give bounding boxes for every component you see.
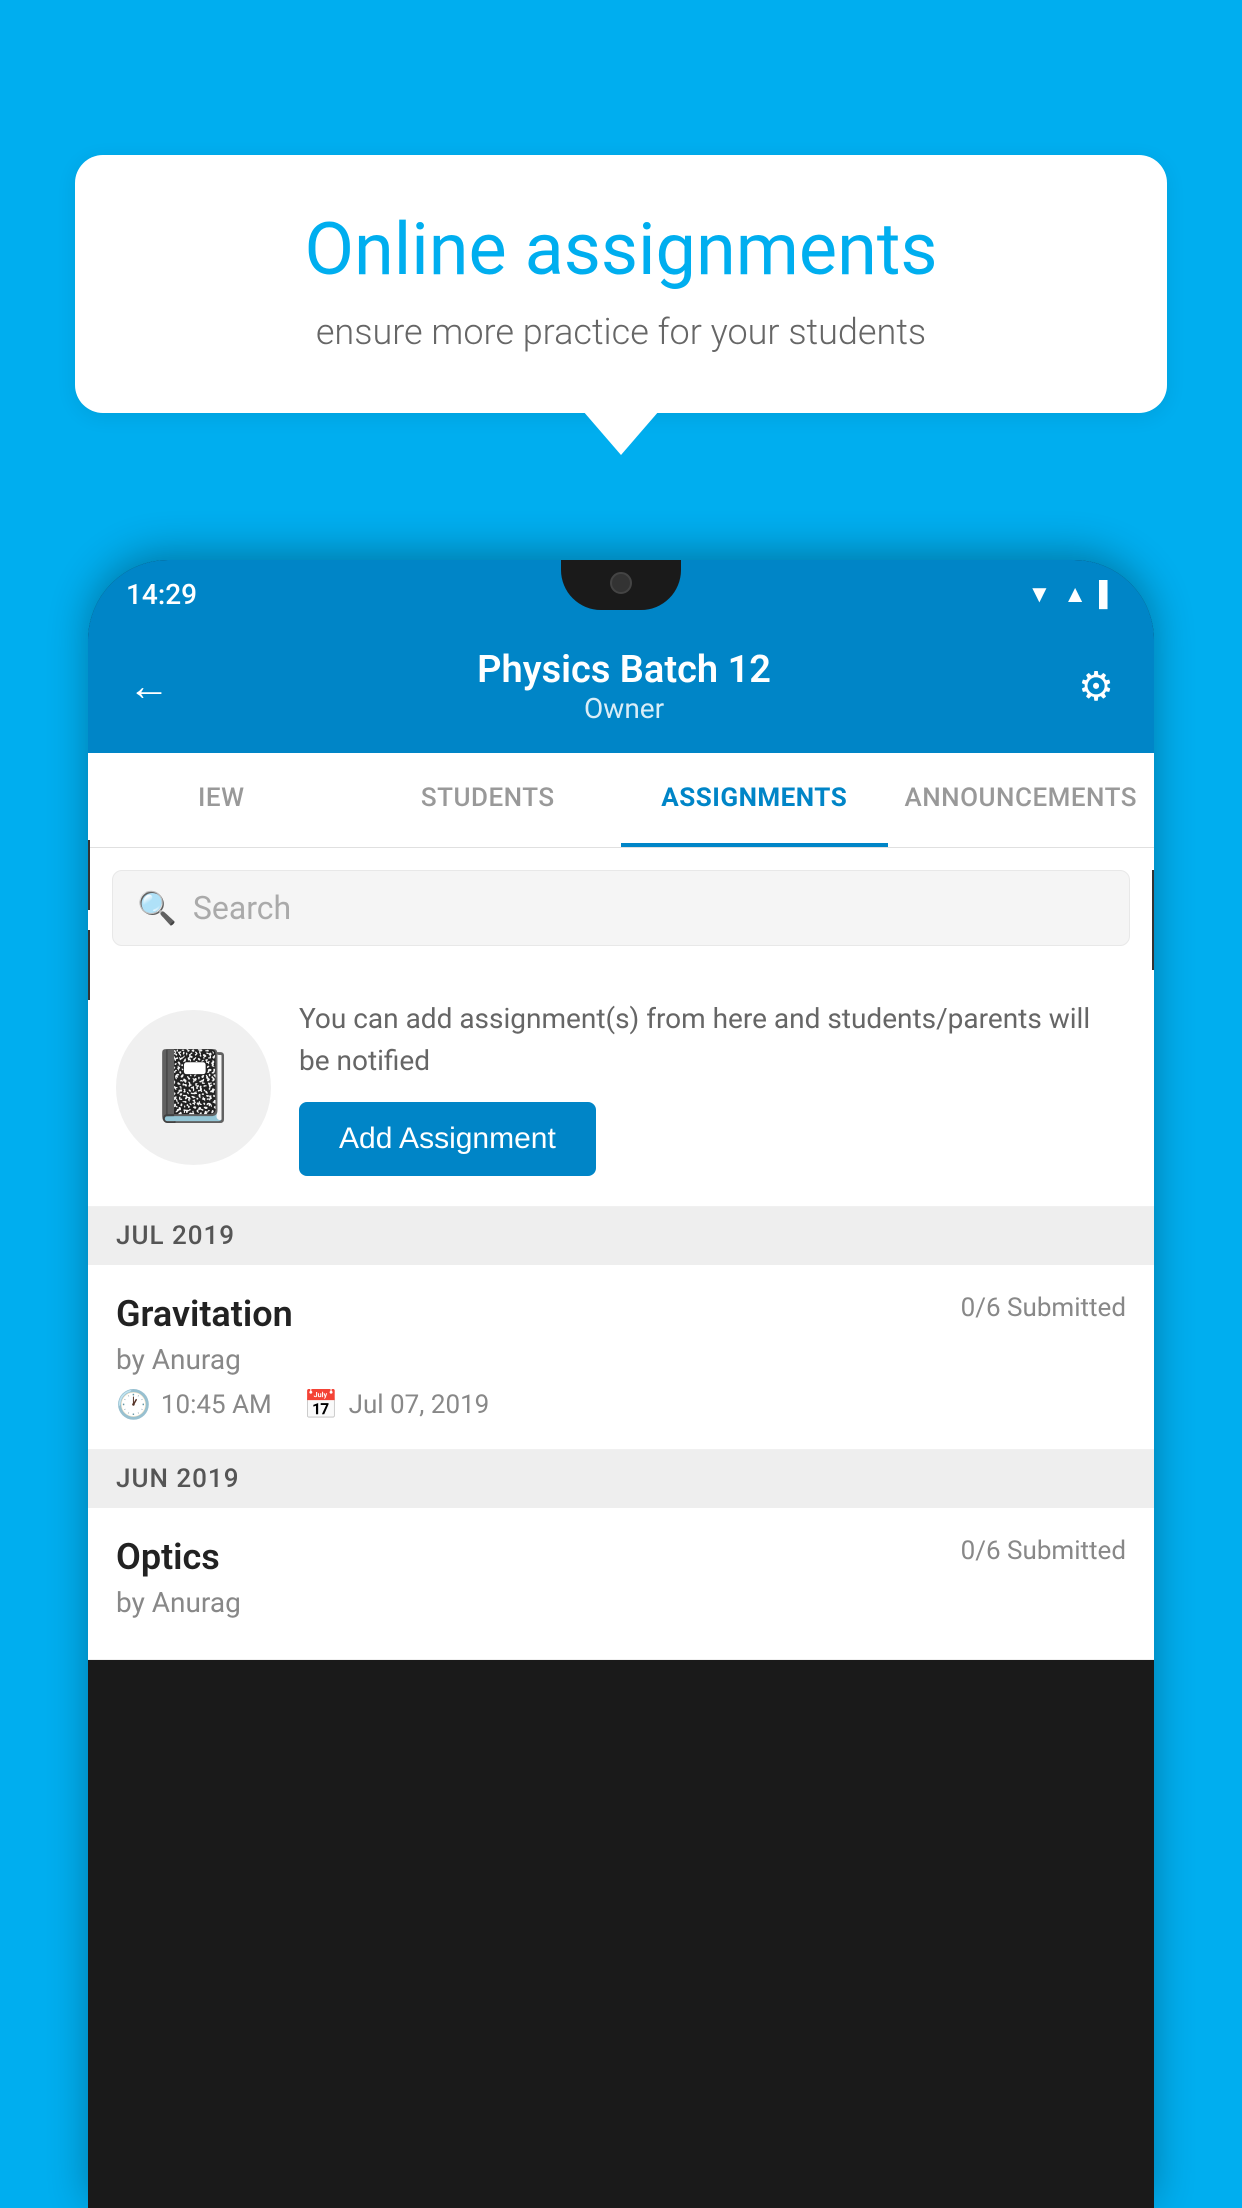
tab-iew[interactable]: IEW [88,753,355,847]
notebook-icon: 📓 [150,1046,237,1128]
back-button[interactable]: ← [128,662,170,711]
camera [610,572,632,594]
signal-icon: ▲ [1063,580,1087,609]
section-header-jul-label: JUL 2019 [116,1221,235,1251]
assignment-gravitation[interactable]: Gravitation 0/6 Submitted by Anurag 🕐 10… [88,1265,1154,1450]
header-title-section: Physics Batch 12 Owner [477,648,771,725]
tab-announcements[interactable]: ANNOUNCEMENTS [888,753,1155,847]
assignment-date-text: Jul 07, 2019 [349,1390,490,1420]
app-header: ← Physics Batch 12 Owner ⚙ [88,628,1154,753]
tab-students[interactable]: STUDENTS [355,753,622,847]
assignment-author-optics: by Anurag [116,1586,1126,1619]
assignment-row-top: Gravitation 0/6 Submitted [116,1293,1126,1335]
promo-icon-circle: 📓 [116,1010,271,1165]
assignment-time-gravitation: 🕐 10:45 AM [116,1388,272,1421]
header-title: Physics Batch 12 [477,648,771,692]
search-icon: 🔍 [137,889,177,927]
clock-icon: 🕐 [116,1388,151,1421]
assignment-name-optics: Optics [116,1536,220,1578]
volume-down-button[interactable] [88,930,90,1000]
status-bar: 14:29 ▼ ▲ ▌ [88,560,1154,628]
promo-content: You can add assignment(s) from here and … [299,998,1126,1176]
assignment-name-gravitation: Gravitation [116,1293,293,1335]
tabs-bar: IEW STUDENTS ASSIGNMENTS ANNOUNCEMENTS [88,753,1154,848]
add-assignment-button[interactable]: Add Assignment [299,1102,596,1176]
power-button[interactable] [1152,870,1154,970]
wifi-icon: ▼ [1027,580,1051,609]
assignment-meta-gravitation: 🕐 10:45 AM 📅 Jul 07, 2019 [116,1388,1126,1421]
assignment-optics[interactable]: Optics 0/6 Submitted by Anurag [88,1508,1154,1660]
assignment-time-text: 10:45 AM [161,1390,272,1420]
status-icons: ▼ ▲ ▌ [1027,580,1116,609]
speech-bubble: Online assignments ensure more practice … [75,155,1167,413]
phone-frame: 14:29 ▼ ▲ ▌ ← Physics Batch 12 Owner ⚙ I… [88,560,1154,2208]
add-assignment-promo: 📓 You can add assignment(s) from here an… [88,968,1154,1207]
section-header-jul: JUL 2019 [88,1207,1154,1265]
battery-icon: ▌ [1099,580,1116,609]
promo-text: You can add assignment(s) from here and … [299,998,1126,1082]
section-header-jun-label: JUN 2019 [116,1464,239,1494]
status-time: 14:29 [126,578,197,611]
tab-assignments[interactable]: ASSIGNMENTS [621,753,888,847]
search-placeholder: Search [193,889,291,927]
assignment-date-gravitation: 📅 Jul 07, 2019 [304,1388,490,1421]
search-container: 🔍 Search [88,848,1154,968]
assignment-row-top-optics: Optics 0/6 Submitted [116,1536,1126,1578]
assignment-submitted-optics: 0/6 Submitted [961,1536,1126,1566]
phone-screen: IEW STUDENTS ASSIGNMENTS ANNOUNCEMENTS 🔍… [88,753,1154,1660]
assignment-submitted-gravitation: 0/6 Submitted [961,1293,1126,1323]
volume-up-button[interactable] [88,840,90,910]
bubble-subtitle: ensure more practice for your students [135,311,1107,353]
search-bar[interactable]: 🔍 Search [112,870,1130,946]
section-header-jun: JUN 2019 [88,1450,1154,1508]
settings-button[interactable]: ⚙ [1078,663,1114,710]
phone-notch [561,560,681,610]
speech-bubble-container: Online assignments ensure more practice … [75,155,1167,413]
assignment-author-gravitation: by Anurag [116,1343,1126,1376]
calendar-icon: 📅 [304,1388,339,1421]
bubble-title: Online assignments [135,210,1107,289]
header-subtitle: Owner [477,692,771,725]
